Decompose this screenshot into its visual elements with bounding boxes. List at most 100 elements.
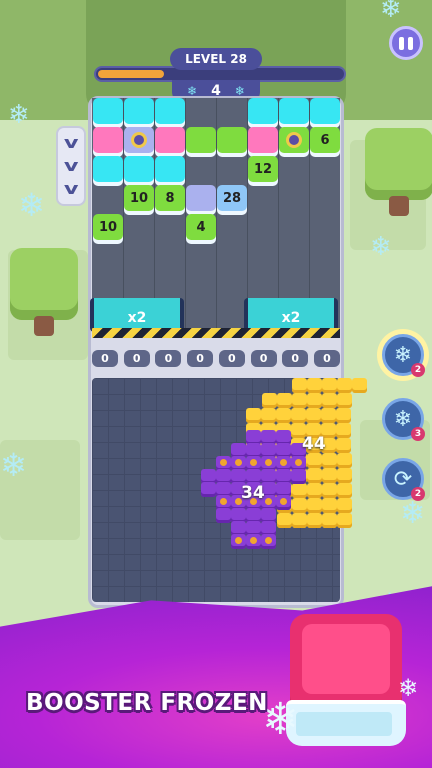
yellow-cube (321, 408, 336, 423)
yellow-cluster-count: 44 (302, 434, 326, 454)
yellow-cube (276, 408, 291, 423)
lane-block[interactable] (310, 98, 340, 124)
yellow-cube (291, 408, 306, 423)
yellow-cube (336, 408, 351, 423)
yellow-cube (322, 468, 337, 483)
collector-slot: 0 (313, 350, 340, 367)
yellow-cube (322, 498, 337, 513)
collector-slot: 0 (92, 350, 118, 367)
yellow-cube (322, 393, 337, 408)
yellow-cube (246, 408, 261, 423)
purple-cube (246, 534, 261, 549)
yellow-cube (322, 513, 337, 528)
lane-block[interactable] (186, 185, 216, 211)
yellow-cube (336, 438, 351, 453)
yellow-cube (336, 423, 351, 438)
yellow-cube (261, 408, 276, 423)
lane-block[interactable] (155, 98, 185, 124)
snowflake-decoration: ❄ (380, 0, 402, 24)
block-count: 28 (222, 190, 242, 206)
block-count: 6 (320, 132, 330, 148)
lane-block[interactable]: 8 (155, 185, 185, 211)
purple-cube (201, 482, 216, 497)
drop-direction-indicator: v v v (56, 126, 86, 206)
yellow-cube (337, 453, 352, 468)
pause-icon (399, 36, 404, 50)
snowflake-decoration: ❄ (398, 674, 419, 702)
yellow-cube (292, 393, 307, 408)
freeze-booster-button[interactable]: ❄ 2 (382, 334, 425, 377)
collector-slot: 0 (250, 350, 277, 367)
yellow-cube (292, 498, 307, 513)
lane-block[interactable] (124, 127, 154, 153)
orb-icon (131, 132, 147, 148)
collector-slot: 0 (187, 350, 214, 367)
lane-block[interactable] (279, 98, 309, 124)
snowflake-decoration: ❄ (8, 100, 30, 130)
yellow-cube (307, 393, 322, 408)
snowflake-icon: ❄ (393, 406, 413, 432)
yellow-cube (337, 513, 352, 528)
lane-block[interactable] (93, 98, 123, 124)
lane-block[interactable] (279, 127, 309, 153)
collector-slots: 0 0 0 0 0 0 0 0 (92, 350, 340, 368)
lane-block[interactable]: 12 (248, 156, 278, 182)
booster-count-badge: 3 (411, 427, 425, 441)
purple-cube (261, 534, 276, 549)
yellow-cube (277, 393, 292, 408)
yellow-cube (307, 378, 322, 393)
purple-cube (276, 495, 291, 510)
lane-block[interactable] (155, 156, 185, 182)
yellow-cube (307, 513, 322, 528)
shuffle-booster-button[interactable]: ⟳ 2 (382, 458, 425, 501)
lane-block[interactable]: 10 (93, 214, 123, 240)
lane-block[interactable] (93, 156, 123, 182)
yellow-cube (337, 498, 352, 513)
snowflake-decoration: ❄ (370, 232, 392, 262)
booster-count-badge: 2 (411, 487, 425, 501)
lane-block[interactable]: 28 (217, 185, 247, 211)
yellow-cube (307, 498, 322, 513)
yellow-cube (306, 408, 321, 423)
level-label: LEVEL 28 (170, 48, 262, 70)
yellow-cube (337, 393, 352, 408)
pause-button[interactable] (389, 26, 423, 60)
multiplier-gate: x2 (90, 298, 184, 332)
lane-block[interactable]: 10 (124, 185, 154, 211)
collector-slot: 0 (282, 350, 309, 367)
yellow-cube (322, 378, 337, 393)
hazard-line (92, 328, 340, 338)
yellow-cube (337, 483, 352, 498)
lane-block[interactable] (93, 127, 123, 153)
block-count: 10 (98, 219, 118, 235)
snowflake-decoration: ❄ (400, 496, 426, 531)
block-count: 8 (165, 190, 175, 206)
lane-block[interactable] (124, 156, 154, 182)
yellow-cube (307, 483, 322, 498)
snowflake-hammer-booster-button[interactable]: ❄ 3 (382, 398, 425, 441)
collector-slot: 0 (218, 350, 245, 367)
lane-block[interactable] (248, 127, 278, 153)
purple-cube (291, 469, 306, 484)
chevron-down-icon: v (63, 178, 79, 198)
yellow-cube (292, 513, 307, 528)
ice-base-illustration (286, 700, 406, 746)
yellow-cube (337, 468, 352, 483)
yellow-cube (322, 453, 337, 468)
lane-block[interactable] (124, 98, 154, 124)
lane-block[interactable]: 6 (310, 127, 340, 153)
multiplier-gate: x2 (244, 298, 338, 332)
snowflake-decoration: ❄ (0, 446, 27, 484)
banner-title: BOOSTER FROZEN (26, 690, 268, 716)
lane-block[interactable] (217, 127, 247, 153)
booster-count-badge: 2 (411, 363, 425, 377)
yellow-cube (277, 513, 292, 528)
lane-block[interactable] (155, 127, 185, 153)
block-count: 10 (129, 190, 149, 206)
yellow-cube (307, 468, 322, 483)
lane-block[interactable]: 4 (186, 214, 216, 240)
yellow-cube (352, 378, 367, 393)
chevron-down-icon: v (63, 155, 79, 175)
lane-block[interactable] (186, 127, 216, 153)
lane-block[interactable] (248, 98, 278, 124)
